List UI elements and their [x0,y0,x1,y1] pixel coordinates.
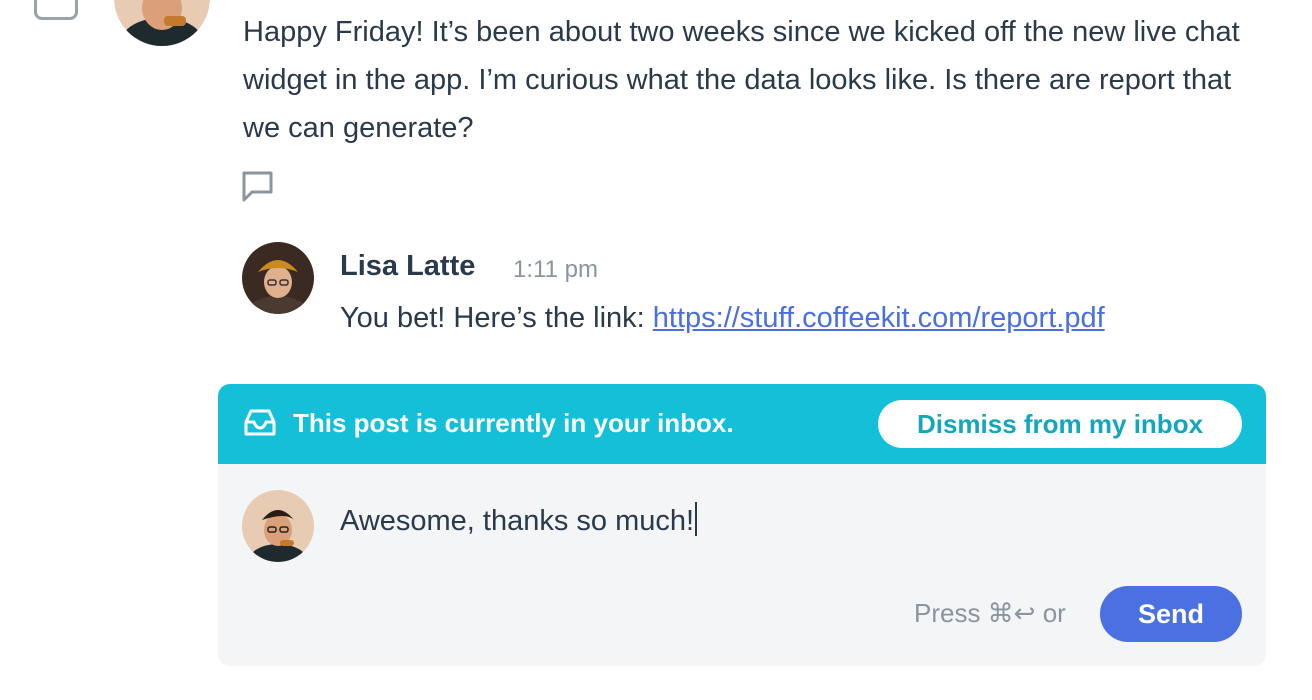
reply-text: You bet! Here’s the link: https://stuff.… [340,302,1105,335]
send-button[interactable]: Send [1100,586,1242,642]
reply-text-prefix: You bet! Here’s the link: [340,302,653,334]
dismiss-from-inbox-button[interactable]: Dismiss from my inbox [878,400,1242,448]
reply-timestamp[interactable]: 1:11 pm [513,256,598,284]
send-shortcut-hint: Press ⌘↩ or [914,598,1066,628]
comment-icon[interactable] [240,168,276,204]
post-body: Happy Friday! It’s been about two weeks … [243,16,1240,144]
inbox-banner: This post is currently in your inbox. Di… [218,384,1266,464]
reply-input-text: Awesome, thanks so much! [340,505,695,537]
text-caret [695,502,698,536]
avatar-lisa-latte [242,242,314,314]
post-thread: Happy Friday! It’s been about two weeks … [0,0,1312,700]
inbox-banner-message: This post is currently in your inbox. [293,408,734,438]
avatar [114,0,210,46]
reply-input[interactable]: Awesome, thanks so much! [340,502,698,538]
reply-author[interactable]: Lisa Latte [340,250,475,283]
post-checkbox[interactable] [34,0,78,20]
avatar-current-user [242,490,314,562]
inbox-icon [242,406,278,440]
report-link[interactable]: https://stuff.coffeekit.com/report.pdf [653,302,1105,334]
